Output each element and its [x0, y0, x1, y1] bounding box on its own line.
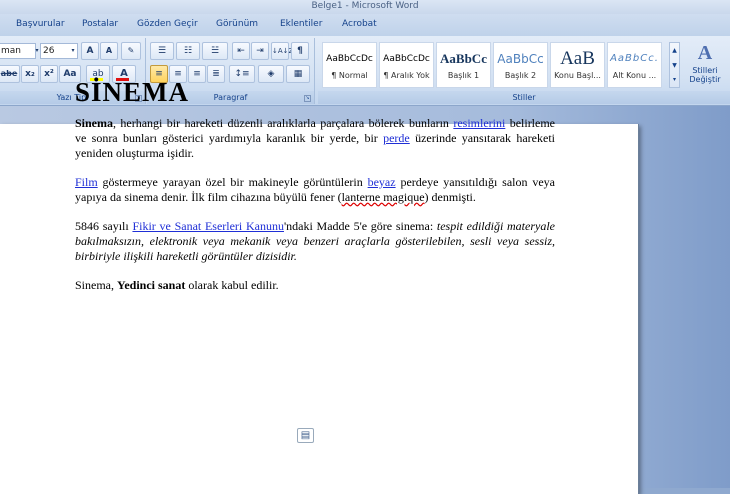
text-run: göstermeye yarayan özel bir makineyle gö…	[97, 175, 368, 189]
paste-options-icon[interactable]: ▤	[297, 428, 314, 443]
style-sample: AaB	[560, 49, 595, 69]
change-styles-label-1: Stilleri	[692, 66, 718, 75]
paragraph-3: 5846 sayılı Fikir ve Sanat Eserleri Kanu…	[75, 219, 555, 264]
bullets-button[interactable]: ☰	[150, 42, 174, 60]
style-sample: AaBbCc.	[610, 53, 659, 64]
style-name: Konu Başl...	[554, 71, 601, 80]
change-styles-icon: A	[697, 42, 713, 64]
paragraph-1: Sinema, herhangi bir hareketi düzenli ar…	[75, 116, 555, 161]
link-film[interactable]: Film	[75, 175, 98, 189]
subscript-button[interactable]: x₂	[21, 65, 39, 83]
link-beyaz[interactable]: beyaz	[368, 175, 396, 189]
change-styles-label-2: Değiştir	[689, 75, 721, 84]
document-heading: SİNEMA	[75, 77, 190, 107]
link-perde[interactable]: perde	[383, 131, 410, 145]
text-run: Sinema,	[75, 278, 117, 292]
ribbon-tabs: Başvurular Postalar Gözden Geçir Görünüm…	[0, 14, 730, 36]
numbering-icon: ☷	[183, 46, 193, 56]
bold-term: Sinema	[75, 116, 114, 130]
text-run: ) denmişti.	[424, 190, 476, 204]
text-run: 5846 sayılı	[75, 219, 133, 233]
styles-gallery-scroll[interactable]: ▲ ▼ ▾	[669, 42, 680, 88]
more-styles-icon[interactable]: ▾	[670, 73, 679, 87]
shrink-font-button[interactable]: A	[100, 42, 118, 60]
increase-indent-button[interactable]: ⇥	[251, 42, 269, 60]
multilevel-list-icon: ☱	[210, 46, 220, 56]
paragraph-2: Film göstermeye yarayan özel bir makiney…	[75, 175, 555, 205]
style-subtitle[interactable]: AaBbCc. Alt Konu ...	[607, 42, 662, 88]
show-formatting-button[interactable]: ¶	[291, 42, 309, 60]
style-sample: AaBbCcDc	[383, 54, 430, 64]
scroll-down-icon[interactable]: ▼	[670, 58, 679, 73]
style-name: Alt Konu ...	[612, 71, 657, 80]
paragraph-4: Sinema, Yedinci sanat olarak kabul edili…	[75, 278, 555, 293]
link-resimlerini[interactable]: resimlerini	[453, 116, 505, 130]
bold-term: Yedinci sanat	[117, 278, 186, 292]
bullets-icon: ☰	[157, 46, 167, 56]
decrease-indent-icon: ⇤	[237, 46, 245, 56]
spelling-error-text[interactable]: lanterne magique	[342, 190, 425, 204]
sort-button[interactable]: ↓A↓Z	[271, 42, 293, 60]
title-bar: Belge1 - Microsoft Word	[0, 0, 730, 14]
window-title: Belge1 - Microsoft Word	[311, 1, 419, 11]
clear-format-button[interactable]: ✎	[121, 42, 141, 60]
superscript-button[interactable]: x²	[40, 65, 58, 83]
strikethrough-button[interactable]: abe	[0, 65, 20, 83]
document-body[interactable]: SİNEMA Sinema, herhangi bir hareketi düz…	[75, 76, 555, 307]
tab-basvurular[interactable]: Başvurular	[16, 19, 65, 29]
text-run: olarak kabul edilir.	[185, 278, 279, 292]
font-name-field[interactable]: man	[0, 43, 36, 59]
grow-font-button[interactable]: A	[81, 42, 99, 60]
text-run: , herhangi bir hareketi düzenli aralıkla…	[113, 116, 454, 130]
numbering-button[interactable]: ☷	[176, 42, 200, 60]
change-styles-button[interactable]: A Stilleri Değiştir	[682, 40, 728, 90]
style-sample: AaBbCc	[440, 51, 487, 66]
scroll-up-icon[interactable]: ▲	[670, 43, 679, 58]
tab-gorunum[interactable]: Görünüm	[216, 19, 258, 29]
link-fikir-ve-sanat[interactable]: Fikir ve Sanat Eserleri Kanunu	[132, 219, 284, 233]
decrease-indent-button[interactable]: ⇤	[232, 42, 250, 60]
text-run: 'ndaki Madde 5'e göre sinema:	[283, 219, 437, 233]
style-sample: AaBbCcDc	[326, 54, 373, 64]
tab-postalar[interactable]: Postalar	[82, 19, 118, 29]
tab-eklentiler[interactable]: Eklentiler	[280, 19, 322, 29]
font-size-dropdown-icon[interactable]: ▾	[70, 43, 76, 59]
style-sample: AaBbCc	[497, 52, 544, 66]
tab-gozden-gecir[interactable]: Gözden Geçir	[137, 19, 198, 29]
increase-indent-icon: ⇥	[256, 46, 264, 56]
multilevel-list-button[interactable]: ☱	[202, 42, 228, 60]
tab-acrobat[interactable]: Acrobat	[342, 19, 377, 29]
style-title[interactable]: AaB Konu Başl...	[550, 42, 605, 88]
